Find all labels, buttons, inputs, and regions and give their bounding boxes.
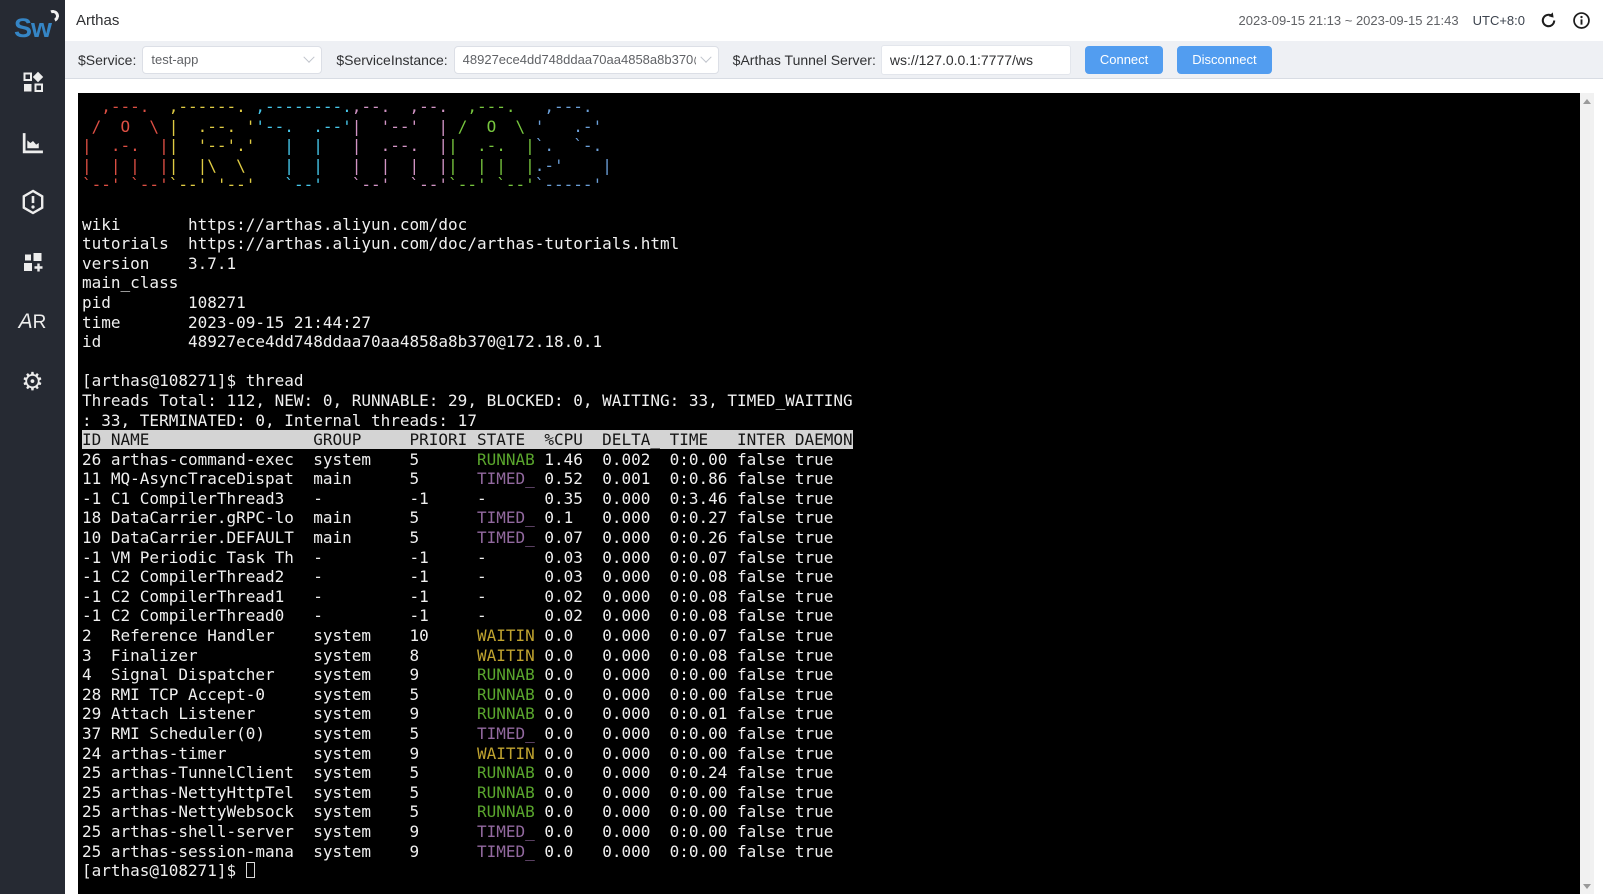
- sidebar-item-alerting[interactable]: [0, 172, 65, 232]
- thread-table-header: ID NAME GROUP PRIORI STATE %CPU DELTA_ T…: [82, 430, 1580, 450]
- terminal-line: [82, 195, 1580, 215]
- chevron-down-icon: [700, 51, 711, 62]
- page-title: Arthas: [76, 12, 119, 29]
- summary-line: Threads Total: 112, NEW: 0, RUNNABLE: 29…: [82, 391, 1580, 411]
- thread-table-row: 25 arthas-NettyWebsock system 5 RUNNAB 0…: [82, 802, 1580, 822]
- content-area: ,---. ,------. ,--------.,--. ,--. ,---.…: [65, 79, 1603, 894]
- sidebar-item-dashboards[interactable]: [0, 232, 65, 292]
- terminal[interactable]: ,---. ,------. ,--------.,--. ,--. ,---.…: [78, 93, 1580, 894]
- thread-table-row: 25 arthas-session-mana system 9 TIMED_ 0…: [82, 842, 1580, 862]
- tunnel-server-label: $Arthas Tunnel Server:: [733, 52, 876, 68]
- thread-table-row: 26 arthas-command-exec system 5 RUNNAB 1…: [82, 450, 1580, 470]
- prompt-line: [arthas@108271]$: [82, 861, 1580, 881]
- info-line: tutorials https://arthas.aliyun.com/doc/…: [82, 234, 1580, 254]
- thread-table-row: 25 arthas-TunnelClient system 5 RUNNAB 0…: [82, 763, 1580, 783]
- triangle-down-icon: [1583, 884, 1591, 889]
- thread-table-row: 3 Finalizer system 8 WAITIN 0.0 0.000 0:…: [82, 646, 1580, 666]
- terminal-line: [82, 352, 1580, 372]
- thread-table-row: 18 DataCarrier.gRPC-lo main 5 TIMED_ 0.1…: [82, 508, 1580, 528]
- thread-table-row: -1 C2 CompilerThread2 - -1 - 0.03 0.000 …: [82, 567, 1580, 587]
- scroll-up-button[interactable]: [1580, 93, 1594, 109]
- terminal-scrollbar[interactable]: [1580, 93, 1594, 894]
- timezone[interactable]: UTC+8:0: [1473, 13, 1525, 28]
- service-select-value: test-app: [151, 52, 299, 67]
- sidebar-item-general-service[interactable]: [0, 112, 65, 172]
- top-bar: Arthas 2023-09-15 21:13 ~ 2023-09-15 21:…: [65, 0, 1603, 41]
- tunnel-server-input[interactable]: [881, 45, 1071, 75]
- summary-line: : 33, TERMINATED: 0, Internal threads: 1…: [82, 411, 1580, 431]
- thread-table-row: 10 DataCarrier.DEFAULT main 5 TIMED_ 0.0…: [82, 528, 1580, 548]
- time-range[interactable]: 2023-09-15 21:13 ~ 2023-09-15 21:43: [1239, 13, 1459, 28]
- banner-line: ,---. ,------. ,--------.,--. ,--. ,---.…: [82, 97, 1580, 117]
- marketplace-icon: [21, 70, 45, 94]
- service-instance-select[interactable]: 48927ece4dd748ddaa70aa4858a8b370@: [454, 46, 719, 74]
- service-instance-select-value: 48927ece4dd748ddaa70aa4858a8b370@: [463, 52, 696, 67]
- grid-plus-icon: [21, 250, 45, 274]
- service-select[interactable]: test-app: [142, 46, 322, 74]
- app-logo-text: Sw: [14, 13, 51, 44]
- thread-table-row: 4 Signal Dispatcher system 9 RUNNAB 0.0 …: [82, 665, 1580, 685]
- command-line: [arthas@108271]$ thread: [82, 371, 1580, 391]
- topbar-right: 2023-09-15 21:13 ~ 2023-09-15 21:43 UTC+…: [1239, 11, 1592, 30]
- thread-table-row: 25 arthas-NettyHttpTel system 5 RUNNAB 0…: [82, 783, 1580, 803]
- thread-table-row: 25 arthas-shell-server system 9 TIMED_ 0…: [82, 822, 1580, 842]
- alert-hexagon-icon: [20, 189, 46, 215]
- disconnect-button[interactable]: Disconnect: [1177, 46, 1271, 74]
- info-line: id 48927ece4dd748ddaa70aa4858a8b370@172.…: [82, 332, 1580, 352]
- info-line: main_class: [82, 273, 1580, 293]
- gear-icon: ⚙: [21, 370, 43, 395]
- thread-table-row: -1 C2 CompilerThread0 - -1 - 0.02 0.000 …: [82, 606, 1580, 626]
- thread-table-row: 11 MQ-AsyncTraceDispat main 5 TIMED_ 0.5…: [82, 469, 1580, 489]
- info-line: wiki https://arthas.aliyun.com/doc: [82, 215, 1580, 235]
- chevron-down-icon: [304, 51, 315, 62]
- page: Sw: [0, 0, 1603, 894]
- ar-icon: AR: [19, 310, 47, 334]
- scroll-down-button[interactable]: [1580, 878, 1594, 894]
- banner-line: | | | || |\ \ | | | | | || | | |.-' |: [82, 156, 1580, 176]
- banner-line: / O \ | .--. ''--. .--'| '--' | / O \ ' …: [82, 117, 1580, 137]
- thread-table-row: 2 Reference Handler system 10 WAITIN 0.0…: [82, 626, 1580, 646]
- thread-table-row: -1 VM Periodic Task Th - -1 - 0.03 0.000…: [82, 548, 1580, 568]
- toolbar: $Service: test-app $ServiceInstance: 489…: [65, 41, 1603, 79]
- thread-table-row: 29 Attach Listener system 9 RUNNAB 0.0 0…: [82, 704, 1580, 724]
- service-label: $Service:: [78, 52, 136, 68]
- sidebar-item-arthas[interactable]: AR: [0, 292, 65, 352]
- info-line: pid 108271: [82, 293, 1580, 313]
- banner-line: | .-. || '--'.' | | | .--. || .-. |`. `-…: [82, 136, 1580, 156]
- main-area: Arthas 2023-09-15 21:13 ~ 2023-09-15 21:…: [65, 0, 1603, 894]
- service-instance-label: $ServiceInstance:: [336, 52, 447, 68]
- info-icon[interactable]: [1572, 11, 1591, 30]
- sidebar-nav: AR ⚙: [0, 52, 65, 412]
- bar-chart-icon: [20, 130, 45, 155]
- info-line: time 2023-09-15 21:44:27: [82, 313, 1580, 333]
- thread-table-row: 37 RMI Scheduler(0) system 5 TIMED_ 0.0 …: [82, 724, 1580, 744]
- banner-line: `--' `--'`--' '--' `--' `--' `--'`--' `-…: [82, 175, 1580, 195]
- sidebar-item-settings[interactable]: ⚙: [0, 352, 65, 412]
- sidebar: Sw: [0, 0, 65, 894]
- thread-table-row: -1 C1 CompilerThread3 - -1 - 0.35 0.000 …: [82, 489, 1580, 509]
- triangle-up-icon: [1583, 99, 1591, 104]
- terminal-wrap: ,---. ,------. ,--------.,--. ,--. ,---.…: [78, 93, 1594, 894]
- terminal-cursor: [246, 862, 255, 878]
- thread-table-row: 28 RMI TCP Accept-0 system 5 RUNNAB 0.0 …: [82, 685, 1580, 705]
- connect-button[interactable]: Connect: [1085, 46, 1163, 74]
- info-line: version 3.7.1: [82, 254, 1580, 274]
- sidebar-item-marketplace[interactable]: [0, 52, 65, 112]
- refresh-icon[interactable]: [1539, 11, 1558, 30]
- app-logo[interactable]: Sw: [14, 4, 51, 52]
- thread-table-row: 24 arthas-timer system 9 WAITIN 0.0 0.00…: [82, 744, 1580, 764]
- thread-table-row: -1 C2 CompilerThread1 - -1 - 0.02 0.000 …: [82, 587, 1580, 607]
